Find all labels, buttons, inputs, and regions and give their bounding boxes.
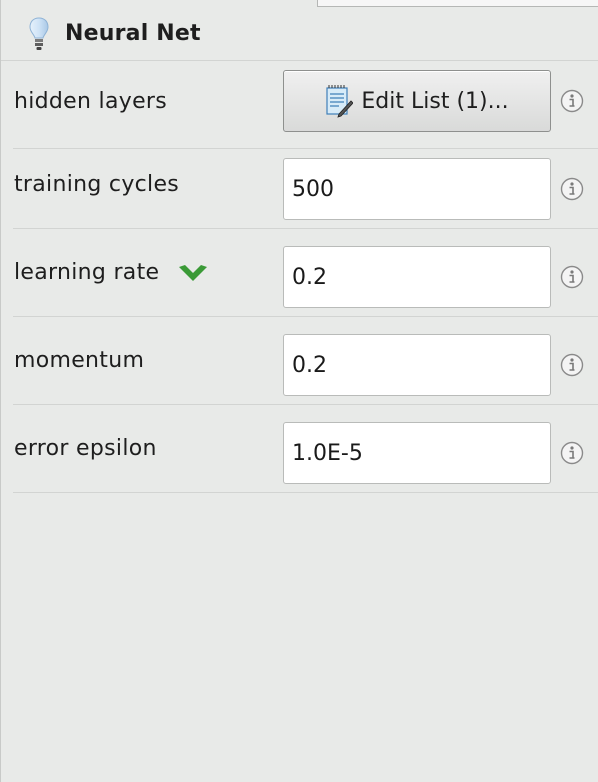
- param-row-momentum: momentum: [13, 317, 598, 405]
- notepad-icon: [326, 85, 354, 118]
- param-row-learning-rate: learning rate: [13, 229, 598, 317]
- info-icon[interactable]: [560, 353, 584, 377]
- parameters-panel: Neural Net hidden layers Edit List (1)..…: [0, 0, 598, 782]
- param-label-hidden-layers: hidden layers: [14, 88, 168, 114]
- info-icon[interactable]: [560, 177, 584, 201]
- param-row-training-cycles: training cycles: [13, 141, 598, 229]
- info-icon[interactable]: [560, 441, 584, 465]
- momentum-input[interactable]: [283, 334, 551, 396]
- param-label-momentum: momentum: [14, 348, 145, 373]
- learning-rate-input[interactable]: [283, 246, 551, 308]
- panel-title: Neural Net: [65, 21, 201, 46]
- param-row-error-epsilon: error epsilon: [13, 405, 598, 493]
- training-cycles-input[interactable]: [283, 158, 551, 220]
- lightbulb-icon: [29, 17, 49, 50]
- param-row-hidden-layers: hidden layers Edit List (1)...: [13, 61, 598, 149]
- info-icon[interactable]: [560, 89, 584, 113]
- param-label-error-epsilon: error epsilon: [14, 436, 157, 461]
- learning-rate-label: learning rate: [14, 260, 160, 285]
- edit-list-button-label: Edit List (1)...: [361, 88, 509, 114]
- param-label-training-cycles: training cycles: [14, 172, 180, 197]
- panel-header: Neural Net: [1, 7, 598, 61]
- error-epsilon-input[interactable]: [283, 422, 551, 484]
- param-label-learning-rate: learning rate: [14, 229, 209, 316]
- edit-list-button[interactable]: Edit List (1)...: [283, 70, 551, 132]
- chevron-down-icon[interactable]: [177, 262, 209, 284]
- tab-strip-edge: [317, 0, 598, 7]
- info-icon[interactable]: [560, 265, 584, 289]
